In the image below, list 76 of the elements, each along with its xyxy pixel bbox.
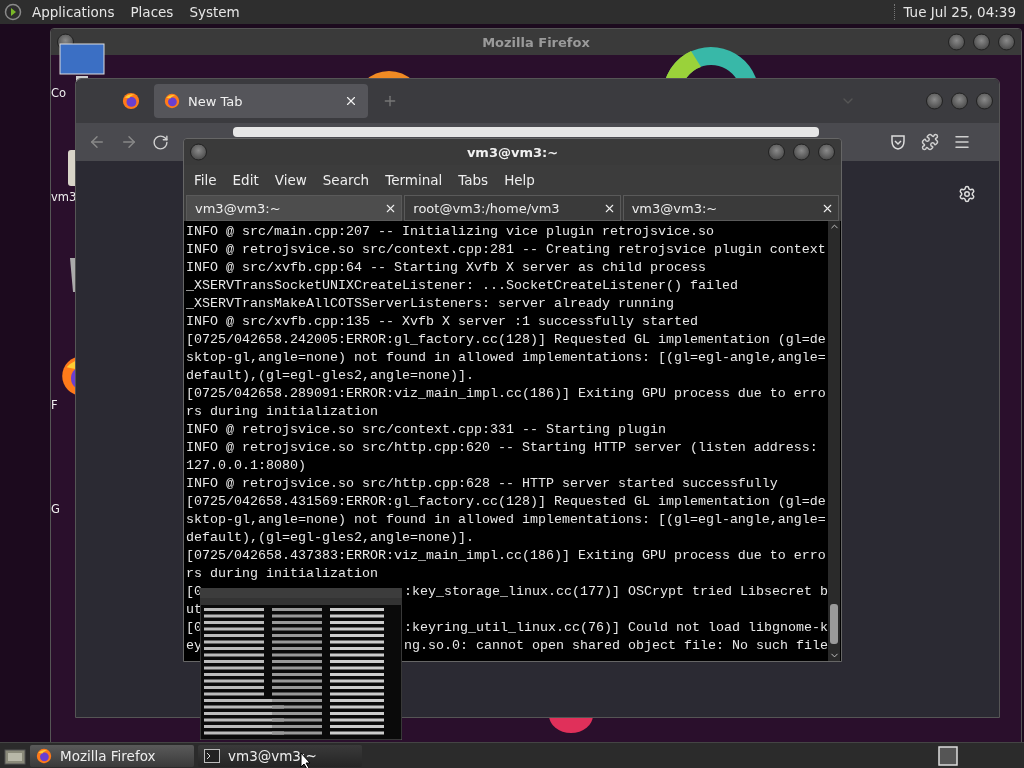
terminal-line: :keyring_util_linux.cc(76)] Could not load libgnome-k <box>404 619 828 637</box>
window-control-button[interactable] <box>948 33 965 51</box>
terminal-line: rs during initialization <box>186 403 378 421</box>
reload-icon[interactable] <box>152 133 169 151</box>
url-field[interactable] <box>233 127 819 137</box>
menu-item[interactable]: Edit <box>226 170 265 190</box>
terminal-line: INFO @ retrojsvice.so src/http.cpp:620 -- Starting HTTP server (listen address: <box>186 439 818 457</box>
firefox-icon <box>122 92 140 110</box>
terminal-icon <box>204 748 220 763</box>
forward-icon[interactable] <box>120 133 138 151</box>
window-control-button[interactable] <box>793 143 810 161</box>
menu-item[interactable]: File <box>188 170 223 190</box>
terminal-line: _XSERVTransMakeAllCOTSServerListeners: server already running <box>186 295 674 313</box>
window-control-button[interactable] <box>976 92 993 110</box>
terminal-tab[interactable]: vm3@vm3:~ <box>622 195 839 221</box>
terminal-line: rs during initialization <box>186 565 378 583</box>
panel-menu[interactable]: Applications <box>26 4 121 20</box>
terminal-line: INFO @ src/xvfb.cpp:64 -- Starting Xvfb X server as child process <box>186 259 706 277</box>
terminal-tab[interactable]: vm3@vm3:~ <box>186 195 403 221</box>
clock[interactable]: Tue Jul 25, 04:39 <box>894 4 1024 20</box>
desktop-icon-label[interactable]: vm3 <box>51 190 77 204</box>
desktop-icon-label[interactable]: Co <box>51 86 67 100</box>
terminal-line: :key_storage_linux.cc(177)] OSCrypt tried Libsecret b <box>404 583 828 601</box>
menu-item[interactable]: Search <box>316 170 376 190</box>
window-control-button[interactable] <box>926 92 943 110</box>
workspace-icon[interactable] <box>938 745 958 766</box>
terminal-line: [0725/042658.437383:ERROR:viz_main_impl.cc(186)] Exiting GPU process due to erro <box>186 547 826 565</box>
panel-menu[interactable]: Places <box>124 4 180 20</box>
menu-item[interactable]: Terminal <box>379 170 449 190</box>
terminal-line: INFO @ retrojsvice.so src/http.cpp:628 -- HTTP server started successfully <box>186 475 778 493</box>
terminal-line: ng.so.0: cannot open shared object file: No such file <box>404 637 828 655</box>
menu-item[interactable]: View <box>268 170 313 190</box>
window-control-button[interactable] <box>998 33 1015 51</box>
close-icon[interactable] <box>344 94 358 108</box>
window-title: vm3@vm3:~ <box>466 144 559 160</box>
taskbar-button[interactable]: vm3@vm3:~ <box>198 744 362 767</box>
settings-icon[interactable] <box>958 185 976 203</box>
scrollbar[interactable] <box>828 221 840 661</box>
desktop-icon-label[interactable]: G <box>51 502 60 516</box>
show-desktop-icon[interactable] <box>4 746 26 765</box>
new-tab-icon[interactable] <box>382 93 398 109</box>
menu-icon[interactable] <box>953 133 971 151</box>
browser-tab[interactable]: New Tab <box>154 84 368 118</box>
shield-icon[interactable] <box>889 133 907 151</box>
window-control-button[interactable] <box>951 92 968 110</box>
extensions-icon[interactable] <box>921 133 939 151</box>
scroll-thumb[interactable] <box>830 604 838 644</box>
terminal-line: default),(gl=egl-gles2,angle=none)]. <box>186 367 474 385</box>
taskbar-button[interactable]: Mozilla Firefox <box>30 744 194 767</box>
desktop-icon-label[interactable]: F <box>51 398 58 412</box>
terminal-line: sktop-gl,angle=none) not found in allowed implementations: [(gl=egl-angle,angle= <box>186 511 826 529</box>
menu-item[interactable]: Help <box>498 170 541 190</box>
window-control-button[interactable] <box>818 143 835 161</box>
panel-menu[interactable]: System <box>183 4 246 20</box>
terminal-line: INFO @ retrojsvice.so src/context.cpp:331 -- Starting plugin <box>186 421 666 439</box>
menu-item[interactable]: Tabs <box>452 170 495 190</box>
window-control-button[interactable] <box>190 143 207 161</box>
terminal-line: INFO @ retrojsvice.so src/context.cpp:281 -- Creating retrojsvice plugin context <box>186 241 826 259</box>
terminal-line: _XSERVTransSocketUNIXCreateListener: ...SocketCreateListener() failed <box>186 277 738 295</box>
back-icon[interactable] <box>88 133 106 151</box>
terminal-tab[interactable]: root@vm3:/home/vm3 <box>404 195 621 221</box>
window-control-button[interactable] <box>768 143 785 161</box>
terminal-line: [0725/042658.242005:ERROR:gl_factory.cc(128)] Requested GL implementation (gl=de <box>186 331 826 349</box>
terminal-line: [0725/042658.431569:ERROR:gl_factory.cc(128)] Requested GL implementation (gl=de <box>186 493 826 511</box>
terminal-line: INFO @ src/xvfb.cpp:135 -- Xvfb X server :1 successfully started <box>186 313 698 331</box>
terminal-line: INFO @ src/main.cpp:207 -- Initializing vice plugin retrojsvice.so <box>186 223 714 241</box>
window-control-button[interactable] <box>973 33 990 51</box>
terminal-line: ut <box>186 601 202 619</box>
terminal-line: default),(gl=egl-gles2,angle=none)]. <box>186 529 474 547</box>
window-title: Mozilla Firefox <box>482 34 590 50</box>
terminal-line: [0725/042658.289091:ERROR:viz_main_impl.cc(186)] Exiting GPU process due to erro <box>186 385 826 403</box>
firefox-icon <box>164 93 180 109</box>
terminal-line: 127.0.0.1:8080) <box>186 457 306 475</box>
terminal-line: sktop-gl,angle=none) not found in allowed implementations: [(gl=egl-angle,angle= <box>186 349 826 367</box>
firefox-icon <box>36 747 52 764</box>
distro-logo-icon[interactable] <box>4 3 22 21</box>
